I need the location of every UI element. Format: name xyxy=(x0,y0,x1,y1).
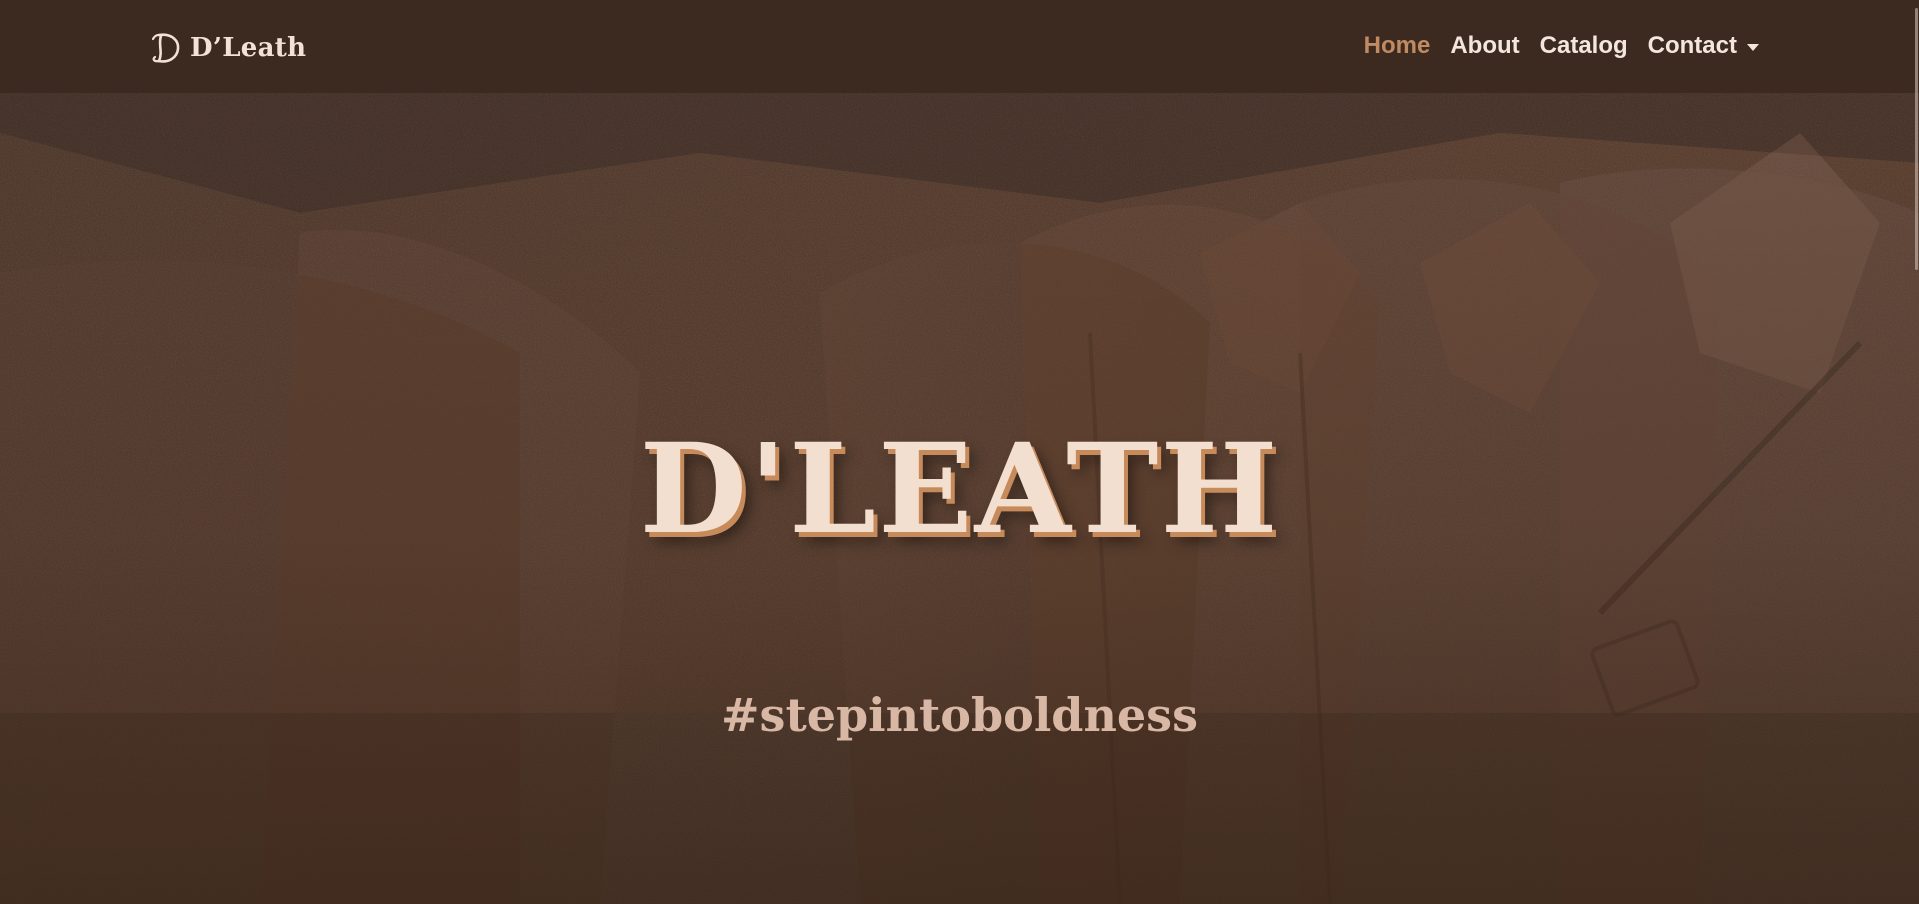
nav-item-about[interactable]: About xyxy=(1450,32,1519,60)
hero-tagline: #stepintoboldness xyxy=(721,688,1198,742)
nav-menu: Home About Catalog Contact xyxy=(1364,28,1759,64)
hero-section: D'LEATH #stepintoboldness xyxy=(0,93,1919,904)
page-scrollbar[interactable] xyxy=(1909,0,1919,904)
nav-item-contact[interactable]: Contact xyxy=(1648,32,1759,60)
hero-title: D'LEATH xyxy=(639,417,1280,562)
nav-item-home[interactable]: Home xyxy=(1364,32,1431,60)
top-navbar: D’Leath Home About Catalog Contact xyxy=(0,0,1919,93)
scrollbar-thumb[interactable] xyxy=(1915,8,1918,270)
d-monogram-icon xyxy=(151,33,180,63)
chevron-down-icon xyxy=(1747,43,1759,51)
nav-item-contact-label: Contact xyxy=(1647,32,1737,59)
brand-logo-link[interactable]: D’Leath xyxy=(148,28,306,68)
nav-item-catalog[interactable]: Catalog xyxy=(1540,32,1628,60)
brand-name: D’Leath xyxy=(190,33,307,63)
